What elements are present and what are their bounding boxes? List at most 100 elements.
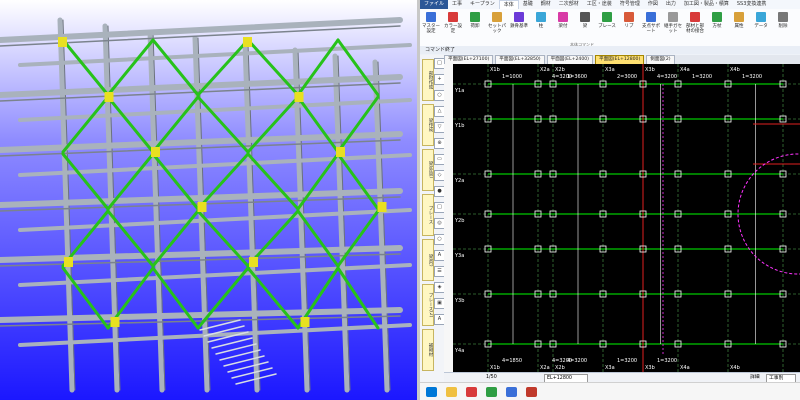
ribbon-button[interactable]: 属性 bbox=[731, 11, 747, 41]
cad-icon[interactable] bbox=[466, 387, 477, 397]
ribbon-button[interactable]: ブレース bbox=[598, 11, 616, 41]
vertical-tab[interactable]: ブレース(2) bbox=[422, 284, 434, 326]
ribbon-icon bbox=[712, 12, 722, 22]
vertical-tab[interactable]: 部材作成 bbox=[422, 59, 434, 101]
ribbon-icon bbox=[624, 12, 634, 22]
ribbon-button-label: 属性 bbox=[734, 24, 744, 29]
grid-label-top: X2b bbox=[555, 67, 565, 73]
menu-item[interactable]: 作図 bbox=[644, 0, 662, 9]
menu-item[interactable]: 出力 bbox=[662, 0, 680, 9]
menu-item[interactable]: 工区・途装 bbox=[583, 0, 616, 9]
dimension-top: 1=3200 bbox=[692, 74, 712, 80]
ribbon-button[interactable]: 梁付 bbox=[555, 11, 571, 41]
menu-item[interactable]: 符号管理 bbox=[616, 0, 644, 9]
ribbon-icon bbox=[514, 12, 524, 22]
ribbon-icon bbox=[778, 12, 788, 22]
vertical-tab[interactable]: 梁作成 bbox=[422, 104, 434, 146]
ribbon-button[interactable]: 荷卸 bbox=[467, 11, 483, 41]
ribbon-button[interactable]: 方杖 bbox=[709, 11, 725, 41]
grid-label-top: X4b bbox=[730, 67, 740, 73]
command-end-label[interactable]: コマンド終了 bbox=[420, 47, 455, 53]
ribbon-button[interactable]: リブ bbox=[621, 11, 637, 41]
browser-icon[interactable] bbox=[506, 387, 517, 397]
ribbon-icon bbox=[492, 12, 502, 22]
ribbon-icon bbox=[690, 12, 700, 22]
joint-plate bbox=[294, 92, 304, 102]
ribbon-button[interactable]: データ bbox=[753, 11, 769, 41]
grid-label-left: Y3a bbox=[454, 253, 464, 259]
joint-plate bbox=[377, 202, 387, 212]
grid-label-bottom: X2b bbox=[555, 365, 565, 371]
explorer-icon[interactable] bbox=[446, 387, 457, 397]
plan-drawing[interactable]: X1b X2a X2b X3a X3b X4a X4b X1b X2a X2b X3a X3b X4a X… bbox=[453, 64, 800, 372]
ribbon-button[interactable]: 柱 bbox=[533, 11, 549, 41]
ribbon-button-label: データ bbox=[754, 24, 768, 29]
cad-drawing-canvas[interactable]: X1b X2a X2b X3a X3b X4a X4b X1b X2a X2b X3a X3b X4a X… bbox=[453, 64, 800, 372]
ribbon-button-label: 削除 bbox=[778, 24, 788, 29]
grid-label-bottom: X3b bbox=[645, 365, 655, 371]
ribbon-icon bbox=[580, 12, 590, 22]
menu-item[interactable]: キープラン bbox=[466, 0, 499, 9]
menu-item[interactable]: 加工図・製品・積算 bbox=[680, 0, 733, 9]
vertical-ruler bbox=[444, 64, 453, 372]
ribbon-icon bbox=[536, 12, 546, 22]
taskbar bbox=[420, 382, 800, 400]
ribbon-button[interactable]: セットパック bbox=[488, 11, 506, 41]
ribbon-icon bbox=[470, 12, 480, 22]
joint-plate bbox=[336, 147, 345, 157]
vertical-tab[interactable]: 梁(外周) bbox=[422, 149, 434, 191]
grid-label-left: Y3b bbox=[454, 298, 464, 304]
menu-item[interactable]: 鋼材 bbox=[537, 0, 555, 9]
ribbon-icon bbox=[668, 12, 678, 22]
dimension-bottom: 4=1850 bbox=[502, 358, 522, 364]
ribbon-button[interactable]: 部材と部材の接合 bbox=[686, 11, 704, 41]
ribbon-button-label: 部材と部材の接合 bbox=[686, 24, 704, 34]
grid-label-bottom: X4a bbox=[680, 365, 690, 371]
menu-item[interactable]: 二次部材 bbox=[555, 0, 583, 9]
vertical-tab[interactable]: 補剛材 bbox=[422, 329, 434, 371]
ribbon-button-label: 支点サポート bbox=[642, 24, 660, 34]
ribbon-toolbar: 本体コマンド マスター設定 カラー設定 荷卸 セットパック 鉄骨基準柱梁付梁ブレース リブ… bbox=[420, 9, 800, 47]
joint-plate bbox=[300, 317, 310, 327]
grid-label-left: Y4a bbox=[454, 348, 464, 354]
vertical-tab[interactable]: ブレース bbox=[422, 194, 434, 236]
menu-item[interactable]: 基礎 bbox=[519, 0, 537, 9]
dimension-bottom: 4=3200 bbox=[567, 358, 587, 364]
menu-item[interactable]: SS3変換連携 bbox=[733, 0, 771, 9]
joint-plate bbox=[249, 257, 258, 267]
ribbon-button[interactable]: 継手ガセット bbox=[664, 11, 682, 41]
ribbon-button-label: 荷卸 bbox=[470, 24, 480, 29]
ribbon-button-label: ブレース bbox=[598, 24, 616, 29]
grid-label-top: X3a bbox=[605, 67, 615, 73]
ribbon-button[interactable]: 梁 bbox=[577, 11, 593, 41]
ribbon-button[interactable]: 削除 bbox=[775, 11, 791, 41]
left-tool-panel: 部材作成 梁作成 梁(外周) ブレース 梁(内) ブレース(2) 補剛材 □ + ○ △ ▽ ⊕ ▭ ◇ ● □… bbox=[420, 55, 445, 400]
menu-item[interactable]: 工事 bbox=[448, 0, 466, 9]
ribbon-button[interactable]: カラー設定 bbox=[444, 11, 462, 41]
joint-plate bbox=[151, 147, 160, 157]
ribbon-button[interactable]: マスター設定 bbox=[422, 11, 440, 41]
ribbon-button-label: 梁付 bbox=[558, 24, 568, 29]
dimension-top: 1=3600 bbox=[567, 74, 587, 80]
3d-structure-render[interactable] bbox=[0, 0, 417, 400]
menu-item[interactable]: ファイル bbox=[420, 0, 449, 9]
dimension-top: 1=1000 bbox=[502, 74, 522, 80]
ribbon-button[interactable]: 鉄骨基準 bbox=[510, 11, 528, 41]
ribbon-button-label: カラー設定 bbox=[444, 24, 462, 34]
pdf-icon[interactable] bbox=[526, 387, 537, 397]
3d-viewport[interactable] bbox=[0, 0, 417, 400]
ribbon-button[interactable]: 支点サポート bbox=[642, 11, 660, 41]
grid-label-bottom: X2a bbox=[540, 365, 550, 371]
grid-label-top: X4a bbox=[680, 67, 690, 73]
vertical-tab[interactable]: 梁(内) bbox=[422, 239, 434, 281]
start-icon[interactable] bbox=[426, 387, 437, 397]
ribbon-icon bbox=[448, 12, 458, 22]
grid-label-left: Y2a bbox=[454, 178, 464, 184]
dimension-bottom: 1=3200 bbox=[657, 358, 677, 364]
joint-plate bbox=[58, 37, 67, 47]
ribbon-button-label: リブ bbox=[624, 24, 634, 29]
mail-icon[interactable] bbox=[486, 387, 497, 397]
ribbon-icon bbox=[734, 12, 744, 22]
grid-label-left: Y1b bbox=[454, 123, 464, 129]
dimension-top: 4=3200 bbox=[657, 74, 677, 80]
